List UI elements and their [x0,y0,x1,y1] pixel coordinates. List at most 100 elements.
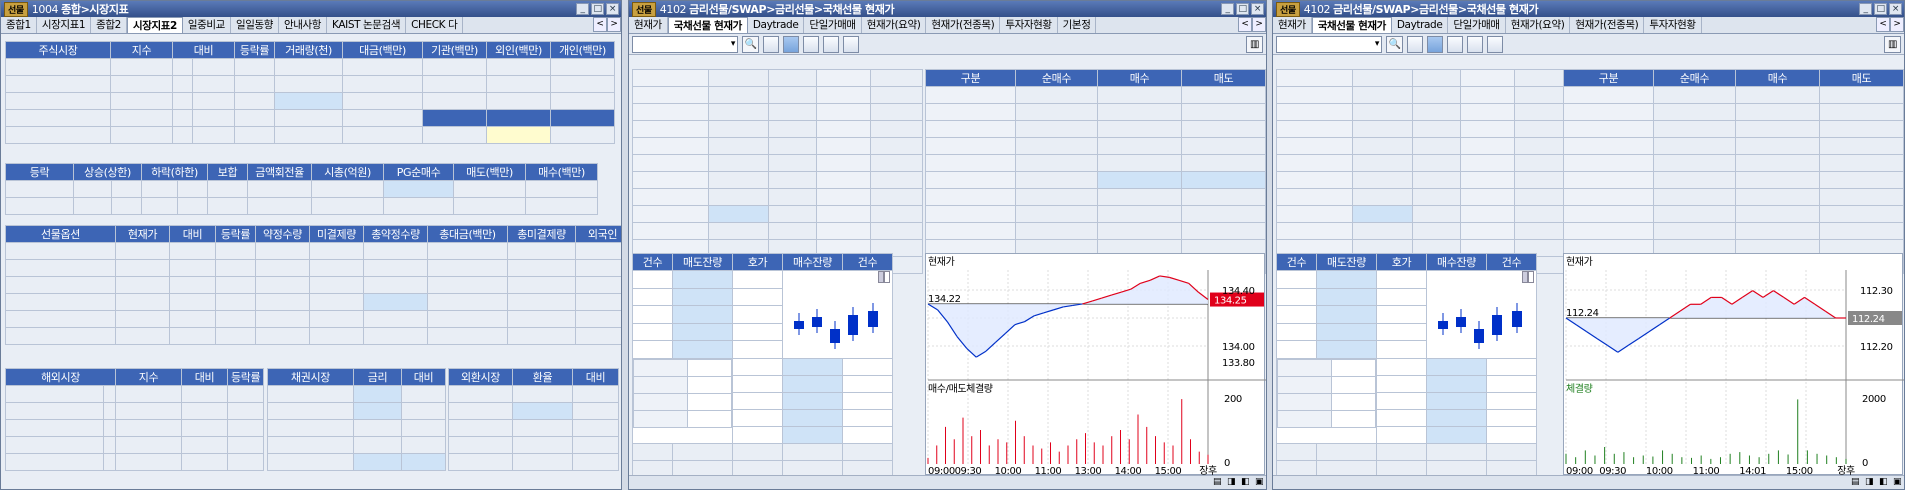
close-icon[interactable]: × [606,3,619,15]
tab-1[interactable]: 시장지표1 [37,17,92,33]
table-row[interactable] [267,453,446,471]
table-row[interactable] [5,276,621,294]
search-icon[interactable]: 🔍 [1386,35,1403,53]
ask-price[interactable] [732,305,783,324]
investor-row[interactable] [925,154,1266,172]
table-row[interactable] [448,436,619,454]
table-row[interactable] [5,109,616,127]
tab-4[interactable]: 일중비교 [183,17,231,33]
investor-row[interactable] [925,222,1266,240]
table-row[interactable] [448,402,619,420]
investor-row[interactable] [1563,171,1904,189]
investor-row[interactable] [925,171,1266,189]
investor-row[interactable] [925,137,1266,155]
scroll-left-icon[interactable]: < [593,17,607,32]
table-row[interactable] [448,453,619,471]
bid-price[interactable] [732,409,783,427]
status-tool-icon[interactable]: ▤ [1210,476,1224,489]
period-1M[interactable] [1528,271,1534,283]
ask-price[interactable] [1376,322,1427,342]
table-row[interactable] [267,385,446,403]
toolbar-button-2[interactable] [1447,35,1463,53]
status-tool-icon[interactable]: ◧ [1876,476,1890,489]
bid-row[interactable] [1276,358,1537,444]
bid-price[interactable] [732,375,783,393]
close-icon[interactable]: × [1889,3,1902,15]
table-row[interactable] [5,436,265,454]
maximize-icon[interactable]: □ [1874,3,1887,15]
tab-8[interactable]: CHECK 다 [406,17,464,33]
tab-2[interactable]: Daytrade [748,17,805,33]
bid-price[interactable] [1376,409,1427,427]
table-row[interactable] [5,327,621,345]
chart-toggle-icon[interactable]: ▥ [1884,35,1901,53]
toolbar-button-4[interactable] [1487,35,1503,53]
window-title-bar[interactable]: 선물 4102 금리선물/SWAP>금리선물>국채선물 현재가 _ □ × [629,1,1266,17]
minimize-icon[interactable]: _ [1221,3,1234,15]
table-row[interactable] [5,92,616,110]
toolbar-button-0[interactable] [1407,35,1423,53]
investor-row[interactable] [925,103,1266,121]
scroll-right-icon[interactable]: > [1252,17,1266,32]
code-combo[interactable] [632,35,738,53]
status-tool-icon[interactable]: ◨ [1862,476,1876,489]
investor-row[interactable] [925,205,1266,223]
tab-7[interactable]: 기본정 [1058,17,1097,33]
bid-price[interactable] [732,392,783,410]
toolbar-button-0[interactable] [763,35,779,53]
chart-toggle-icon[interactable]: ▥ [1246,35,1263,53]
toolbar-button-1[interactable] [783,35,799,53]
tab-2[interactable]: 종합2 [91,17,127,33]
ask-price[interactable] [732,270,783,289]
ask-price[interactable] [1376,287,1427,307]
maximize-icon[interactable]: □ [1236,3,1249,15]
bid-price[interactable] [732,426,783,444]
tab-1[interactable]: 국채선물 현재가 [667,17,748,33]
scroll-left-icon[interactable]: < [1238,17,1252,32]
investor-row[interactable] [1563,188,1904,206]
period-1M[interactable] [884,271,890,283]
table-row[interactable] [267,436,446,454]
table-row[interactable] [267,402,446,420]
table-row[interactable] [448,385,619,403]
window-title-bar[interactable]: 선물 1004 종합>시장지표 _ □ × [1,1,621,17]
ask-price[interactable] [1376,270,1427,289]
bid-price[interactable] [1376,392,1427,410]
table-row[interactable] [5,310,621,328]
toolbar-button-3[interactable] [823,35,839,53]
tab-3[interactable]: 단일가매매 [804,17,862,33]
tab-3[interactable]: 단일가매매 [1448,17,1506,33]
code-combo[interactable] [1276,35,1382,53]
table-row[interactable] [5,453,265,471]
status-tool-icon[interactable]: ◨ [1224,476,1238,489]
tab-5[interactable]: 현재가(전종목) [1570,17,1645,33]
tab-4[interactable]: 현재가(요약) [1506,17,1571,33]
tab-6[interactable]: 안내사항 [279,17,328,33]
table-row[interactable] [267,419,446,437]
investor-row[interactable] [1563,222,1904,240]
tab-3[interactable]: 시장지표2 [126,17,183,33]
tab-1[interactable]: 국채선물 현재가 [1311,17,1392,33]
status-tool-icon[interactable]: ▣ [1890,476,1904,489]
scroll-right-icon[interactable]: > [607,17,621,32]
ask-price[interactable] [732,340,783,359]
investor-row[interactable] [1563,86,1904,104]
investor-row[interactable] [925,120,1266,138]
scroll-right-icon[interactable]: > [1890,17,1904,32]
table-row[interactable] [5,197,599,215]
investor-row[interactable] [925,188,1266,206]
ask-row[interactable] [632,270,893,359]
status-tool-icon[interactable]: ▤ [1848,476,1862,489]
minimize-icon[interactable]: _ [576,3,589,15]
ask-price[interactable] [732,322,783,342]
table-row[interactable] [5,402,265,420]
minimize-icon[interactable]: _ [1859,3,1872,15]
window-title-bar[interactable]: 선물 4102 금리선물/SWAP>금리선물>국채선물 현재가 _ □ × [1273,1,1904,17]
tab-6[interactable]: 투자자현황 [1000,17,1058,33]
toolbar-button-2[interactable] [803,35,819,53]
bid-price[interactable] [1376,358,1427,376]
bid-row[interactable] [632,358,893,444]
table-row[interactable] [5,419,265,437]
tab-5[interactable]: 일일동향 [231,17,279,33]
investor-row[interactable] [1563,205,1904,223]
